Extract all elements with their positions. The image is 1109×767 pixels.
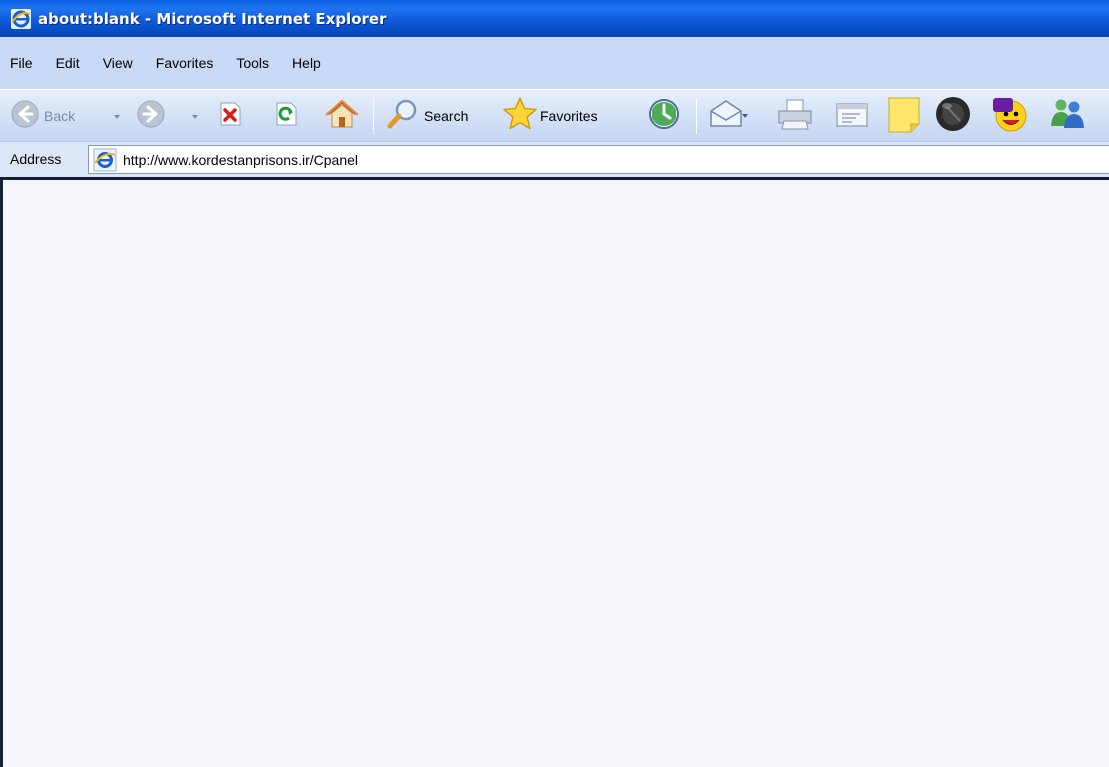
home-button[interactable] — [324, 90, 360, 142]
refresh-button[interactable] — [272, 90, 300, 142]
edit-button[interactable] — [834, 90, 870, 142]
favorites-label: Favorites — [540, 108, 598, 124]
mail-button[interactable] — [708, 90, 748, 142]
address-label: Address — [10, 151, 62, 167]
print-button[interactable] — [776, 90, 814, 142]
title-bar[interactable]: about:blank - Microsoft Internet Explore… — [0, 0, 1109, 37]
address-field[interactable]: http://www.kordestanprisons.ir/Cpanel — [88, 145, 1109, 174]
stop-button[interactable] — [216, 90, 244, 142]
menu-bar: File Edit View Favorites Tools Help — [0, 37, 1109, 89]
page-content-area[interactable] — [0, 177, 1109, 767]
back-dropdown[interactable] — [112, 90, 122, 142]
home-icon — [324, 98, 360, 134]
menu-file[interactable]: File — [10, 55, 33, 71]
window-title: about:blank - Microsoft Internet Explore… — [38, 9, 387, 28]
print-icon — [776, 97, 814, 135]
history-icon — [646, 97, 682, 135]
mail-icon — [708, 98, 748, 134]
stop-icon — [216, 100, 244, 132]
back-button[interactable]: Back — [10, 90, 75, 142]
forward-arrow-icon — [136, 99, 166, 133]
forward-button[interactable] — [136, 90, 166, 142]
messenger-ball-button[interactable] — [934, 90, 972, 142]
menu-view[interactable]: View — [103, 55, 133, 71]
favorites-star-icon — [502, 96, 538, 136]
dropdown-arrow-icon — [112, 107, 122, 126]
dropdown-arrow-icon — [190, 107, 200, 126]
note-icon — [886, 95, 922, 137]
refresh-icon — [272, 100, 300, 132]
menu-edit[interactable]: Edit — [56, 55, 80, 71]
forward-dropdown[interactable] — [190, 90, 200, 142]
messenger-ball-icon — [934, 95, 972, 137]
ie-page-icon — [93, 148, 117, 172]
blank-page — [12, 184, 1109, 767]
msn-messenger-icon — [1048, 96, 1088, 136]
address-url: http://www.kordestanprisons.ir/Cpanel — [123, 151, 358, 168]
toolbar-separator — [696, 98, 697, 134]
favorites-button[interactable]: Favorites — [502, 90, 598, 142]
yahoo-messenger-button[interactable] — [990, 90, 1030, 142]
yahoo-messenger-icon — [990, 95, 1030, 137]
back-label: Back — [44, 108, 76, 124]
search-button[interactable]: Search — [386, 90, 468, 142]
back-arrow-icon — [10, 99, 40, 133]
browser-window: about:blank - Microsoft Internet Explore… — [0, 0, 1109, 767]
menu-help[interactable]: Help — [292, 55, 321, 71]
toolbar-separator — [373, 98, 374, 134]
msn-messenger-button[interactable] — [1048, 90, 1088, 142]
edit-icon — [834, 99, 870, 133]
address-bar: Address http://www.kordestanprisons.ir/C… — [0, 141, 1109, 177]
history-button[interactable] — [646, 90, 682, 142]
standard-toolbar: Back Search Favorites — [0, 89, 1109, 141]
menu-favorites[interactable]: Favorites — [156, 55, 214, 71]
menu-tools[interactable]: Tools — [236, 55, 269, 71]
search-icon — [386, 97, 420, 135]
ie-logo-icon — [10, 8, 32, 30]
search-label: Search — [424, 108, 469, 124]
note-button[interactable] — [886, 90, 922, 142]
